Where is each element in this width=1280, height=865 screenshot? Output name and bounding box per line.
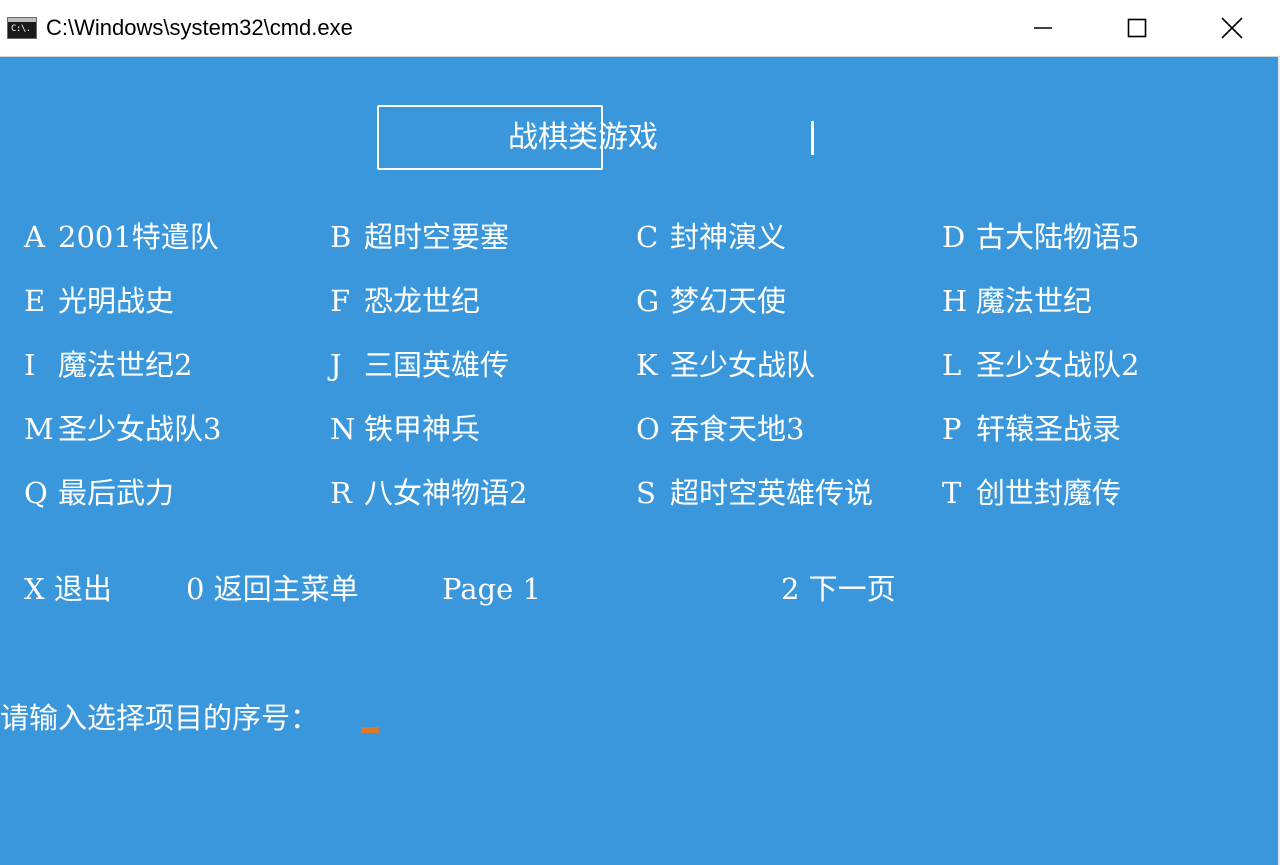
menu-item-a: A 2001特遣队 [24, 219, 219, 255]
menu-label: 轩辕圣战录 [976, 412, 1122, 446]
menu-key: T [942, 476, 962, 510]
input-cursor[interactable] [361, 727, 379, 733]
cmd-app-icon[interactable]: C:\. [7, 17, 37, 39]
menu-item-c: C 封神演义 [636, 219, 786, 255]
menu-item-m: M 圣少女战队3 [24, 411, 221, 447]
menu-item-k: K 圣少女战队 [636, 347, 815, 383]
menu-item-n: N 铁甲神兵 [330, 411, 480, 447]
input-prompt: 请输入选择项目的序号： [0, 701, 320, 735]
menu-key: Q [24, 476, 48, 510]
menu-label: 恐龙世纪 [364, 284, 481, 318]
menu-label: 超时空英雄传说 [670, 476, 874, 510]
menu-item-f: F 恐龙世纪 [330, 283, 480, 319]
menu-key: I [24, 348, 36, 382]
maximize-button[interactable] [1089, 0, 1185, 56]
menu-key: L [942, 348, 962, 382]
menu-label: 创世封魔传 [976, 476, 1122, 510]
menu-key: D [942, 220, 966, 254]
maximize-icon [1127, 18, 1147, 38]
menu-item-q: Q 最后武力 [24, 475, 174, 511]
menu-label: 三国英雄传 [364, 348, 510, 382]
menu-key: N [330, 412, 356, 446]
menu-label: 铁甲神兵 [364, 412, 481, 446]
menu-item-t: T 创世封魔传 [942, 475, 1121, 511]
menu-item-r: R 八女神物语2 [330, 475, 527, 511]
menu-label: 圣少女战队3 [58, 412, 222, 446]
menu-item-o: O 吞食天地3 [636, 411, 804, 447]
cmd-window: C:\. C:\Windows\system32\cmd.exe 战棋类游戏 A… [0, 0, 1280, 865]
menu-key: H [942, 284, 968, 318]
next-page-option: 2 下一页 [781, 572, 896, 606]
menu-item-e: E 光明战史 [24, 283, 174, 319]
menu-key: K [636, 348, 658, 382]
menu-label: 超时空要塞 [364, 220, 510, 254]
menu-label: 八女神物语2 [364, 476, 528, 510]
menu-key: C [636, 220, 659, 254]
menu-label: 圣少女战队 [670, 348, 816, 382]
menu-label: 光明战史 [58, 284, 175, 318]
window-title: C:\Windows\system32\cmd.exe [46, 15, 353, 40]
menu-key: F [330, 284, 351, 318]
menu-item-p: P 轩辕圣战录 [942, 411, 1121, 447]
menu-item-h: H 魔法世纪 [942, 283, 1092, 319]
exit-option: X 退出 [24, 572, 112, 606]
menu-key: B [330, 220, 352, 254]
close-button[interactable] [1184, 0, 1280, 56]
menu-key: J [330, 348, 342, 382]
menu-item-d: D 古大陆物语5 [942, 219, 1139, 255]
menu-key: R [330, 476, 352, 510]
minimize-icon [1034, 27, 1052, 29]
menu-label: 古大陆物语5 [976, 220, 1140, 254]
menu-label: 圣少女战队2 [976, 348, 1140, 382]
menu-key: A [24, 220, 45, 254]
menu-label: 梦幻天使 [670, 284, 787, 318]
menu-key: E [24, 284, 46, 318]
menu-item-l: L 圣少女战队2 [942, 347, 1139, 383]
menu-label: 最后武力 [58, 476, 175, 510]
menu-key: G [636, 284, 660, 318]
menu-heading: 战棋类游戏 [508, 120, 658, 155]
menu-label: 2001特遣队 [58, 220, 219, 254]
menu-label: 封神演义 [670, 220, 787, 254]
menu-item-s: S 超时空英雄传说 [636, 475, 873, 511]
menu-item-g: G 梦幻天使 [636, 283, 786, 319]
console-area[interactable]: 战棋类游戏 A 2001特遣队 B 超时空要塞 C 封神演义 D 古大陆物语5 E 光明战… [0, 57, 1280, 865]
text-caret [811, 121, 814, 155]
menu-item-j: J 三国英雄传 [330, 347, 509, 383]
menu-key: M [24, 412, 54, 446]
menu-label: 吞食天地3 [670, 412, 805, 446]
menu-label: 魔法世纪 [976, 284, 1093, 318]
back-to-main-option: 0 返回主菜单 [186, 572, 359, 606]
menu-key: S [636, 476, 656, 510]
menu-label: 魔法世纪2 [58, 348, 193, 382]
menu-key: O [636, 412, 660, 446]
close-icon [1221, 17, 1243, 39]
title-bar[interactable]: C:\. C:\Windows\system32\cmd.exe [0, 0, 1280, 57]
minimize-button[interactable] [995, 0, 1091, 56]
cmd-app-icon-text: C:\. [11, 24, 31, 34]
menu-item-i: I 魔法世纪2 [24, 347, 192, 383]
menu-item-b: B 超时空要塞 [330, 219, 509, 255]
page-indicator: Page 1 [442, 572, 541, 606]
menu-key: P [942, 412, 962, 446]
